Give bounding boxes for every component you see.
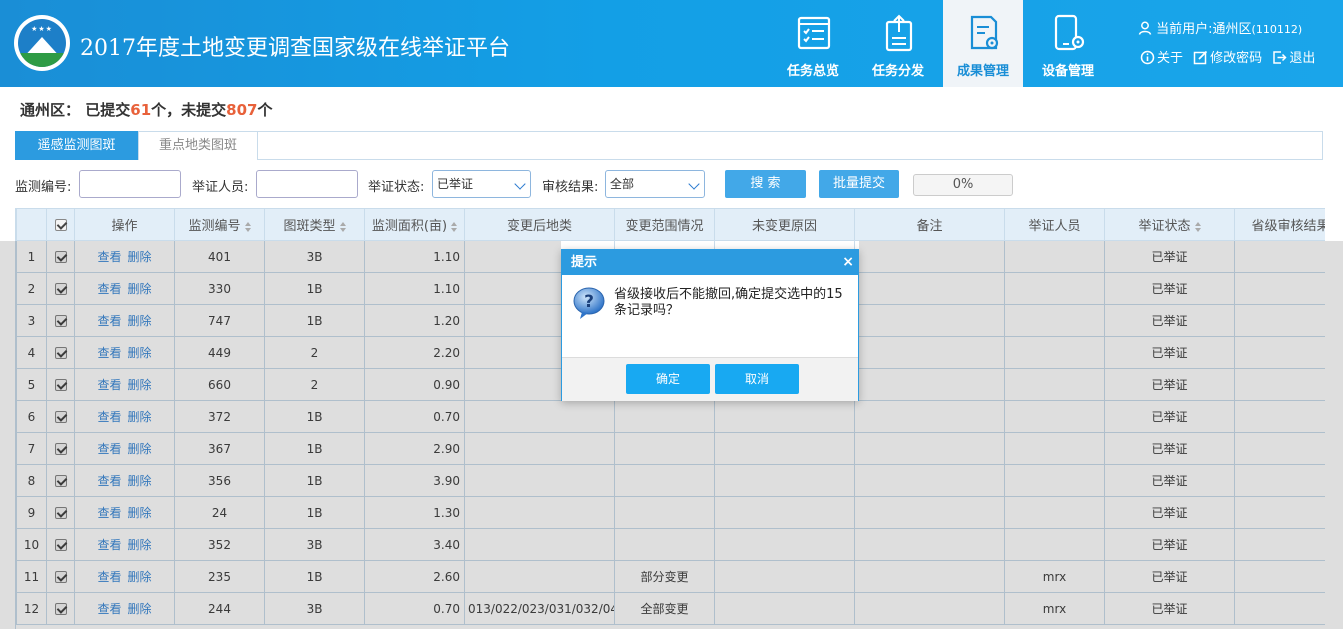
person-label: 举证人员: [192, 180, 249, 195]
cancel-button[interactable]: 取消 [715, 364, 799, 394]
checklist-window-icon [797, 16, 831, 50]
edit-icon [1193, 50, 1208, 65]
app-logo: ★★★ [14, 15, 70, 71]
summary-unit: 个， [151, 101, 182, 119]
status-select-value: 已举证 [437, 177, 474, 191]
person-input[interactable] [256, 170, 358, 198]
nav-label: 任务分发 [871, 64, 924, 79]
header-select-all[interactable] [46, 208, 75, 241]
nav-label: 设备管理 [1041, 64, 1094, 79]
sort-icon[interactable] [339, 221, 346, 232]
app-title: 2017年度土地变更调查国家级在线举证平台 [80, 36, 510, 61]
header-status[interactable]: 举证状态 [1104, 208, 1235, 241]
nav-label: 成果管理 [956, 64, 1009, 79]
table-header-row: 操作 监测编号 图斑类型 监测面积(亩) 变更后地类 变更范围情况 未变更原因 … [16, 208, 1325, 241]
dialog-title-bar: 提示 × [562, 250, 858, 275]
phone-gear-icon [1054, 14, 1085, 51]
review-select-value: 全部 [610, 177, 635, 191]
tab-remote-sensing[interactable]: 遥感监测图斑 [15, 131, 138, 160]
dialog-message: 省级接收后不能撤回,确定提交选中的15条记录吗？ [614, 287, 843, 318]
tab-bar-filler [258, 131, 1323, 159]
sort-icon[interactable] [451, 221, 458, 232]
dialog-body: ? 省级接收后不能撤回,确定提交选中的15条记录吗？ [562, 275, 858, 357]
user-links: 关于 修改密码 退出 [1140, 47, 1321, 66]
user-icon [1138, 21, 1152, 35]
tab-key-land-type[interactable]: 重点地类图斑 [138, 131, 258, 160]
header-label: 图斑类型 [283, 219, 336, 234]
close-icon[interactable]: × [842, 250, 854, 275]
monitor-no-input[interactable] [79, 170, 181, 198]
about-label: 关于 [1157, 51, 1184, 66]
submission-summary: 通州区： 已提交61个，未提交807个 [20, 99, 273, 120]
svg-text:?: ? [584, 292, 594, 312]
header-label: 举证状态 [1138, 219, 1191, 234]
change-password-link[interactable]: 修改密码 [1193, 50, 1266, 66]
chevron-down-icon [514, 178, 526, 190]
summary-unit: 个 [257, 101, 273, 119]
current-user-code: (110112) [1251, 23, 1303, 36]
header-note: 备注 [854, 208, 1005, 241]
header-actions: 操作 [74, 208, 175, 241]
summary-unsubmitted-count: 807 [226, 101, 258, 119]
header-index [16, 208, 47, 241]
header-monitor-no[interactable]: 监测编号 [174, 208, 265, 241]
header-person: 举证人员 [1004, 208, 1105, 241]
summary-submitted-count: 61 [130, 101, 152, 119]
change-password-label: 修改密码 [1210, 51, 1263, 66]
header-label: 监测编号 [188, 219, 241, 234]
current-user-name: 通州区 [1212, 22, 1252, 37]
header-change-scope: 变更范围情况 [614, 208, 715, 241]
status-label: 举证状态: [368, 180, 425, 195]
info-icon [1140, 50, 1155, 65]
logout-icon [1273, 51, 1287, 64]
question-icon: ? [573, 287, 605, 319]
confirm-button[interactable]: 确定 [626, 364, 710, 394]
monitor-no-label: 监测编号: [15, 180, 72, 195]
current-user: 当前用户:通州区(110112) [1138, 18, 1302, 37]
summary-region: 通州区： [20, 101, 81, 119]
current-user-label: 当前用户: [1156, 22, 1213, 37]
review-label: 审核结果: [542, 180, 599, 195]
clipboard-upload-icon [885, 14, 913, 52]
document-gear-icon [970, 15, 999, 50]
header-label: 监测面积(亩) [371, 219, 448, 234]
about-link[interactable]: 关于 [1140, 50, 1187, 66]
confirm-dialog: 提示 × ? 省级接收后不能撤回,确定提交选中的15条记录吗？ 确定 取消 [561, 249, 859, 401]
review-select[interactable]: 全部 [605, 170, 705, 198]
summary-unsubmitted-label: 未提交 [181, 101, 227, 119]
summary-submitted-label: 已提交 [85, 101, 131, 119]
header-area[interactable]: 监测面积(亩) [364, 208, 465, 241]
header-nochange-reason: 未变更原因 [714, 208, 855, 241]
nav-result-management[interactable]: 成果管理 [943, 0, 1023, 87]
select-all-checkbox[interactable] [54, 218, 67, 231]
header-patch-type[interactable]: 图斑类型 [264, 208, 365, 241]
logout-label: 退出 [1289, 51, 1316, 66]
submit-progress-bar: 0% [913, 174, 1013, 196]
search-button[interactable]: 搜 索 [725, 170, 806, 198]
sort-icon[interactable] [244, 221, 251, 232]
status-select[interactable]: 已举证 [432, 170, 531, 198]
chevron-down-icon [688, 178, 700, 190]
dialog-title: 提示 [571, 255, 598, 270]
tab-bar: 遥感监测图斑 重点地类图斑 [15, 131, 1323, 160]
header-provincial-review: 省级审核结果 [1234, 208, 1325, 241]
header-after-landtype: 变更后地类 [464, 208, 615, 241]
logout-link[interactable]: 退出 [1272, 51, 1315, 66]
dialog-footer: 确定 取消 [562, 357, 858, 401]
batch-submit-button[interactable]: 批量提交 [819, 170, 899, 198]
progress-text: 0% [952, 177, 974, 192]
nav-task-overview[interactable]: 任务总览 [773, 0, 853, 87]
nav-device-management[interactable]: 设备管理 [1028, 0, 1108, 87]
nav-label: 任务总览 [786, 64, 839, 79]
sort-icon[interactable] [1194, 221, 1201, 232]
nav-task-distribute[interactable]: 任务分发 [858, 0, 938, 87]
header-bar: ★★★ 2017年度土地变更调查国家级在线举证平台 任务总览 任务分发 成果管理… [0, 0, 1343, 87]
